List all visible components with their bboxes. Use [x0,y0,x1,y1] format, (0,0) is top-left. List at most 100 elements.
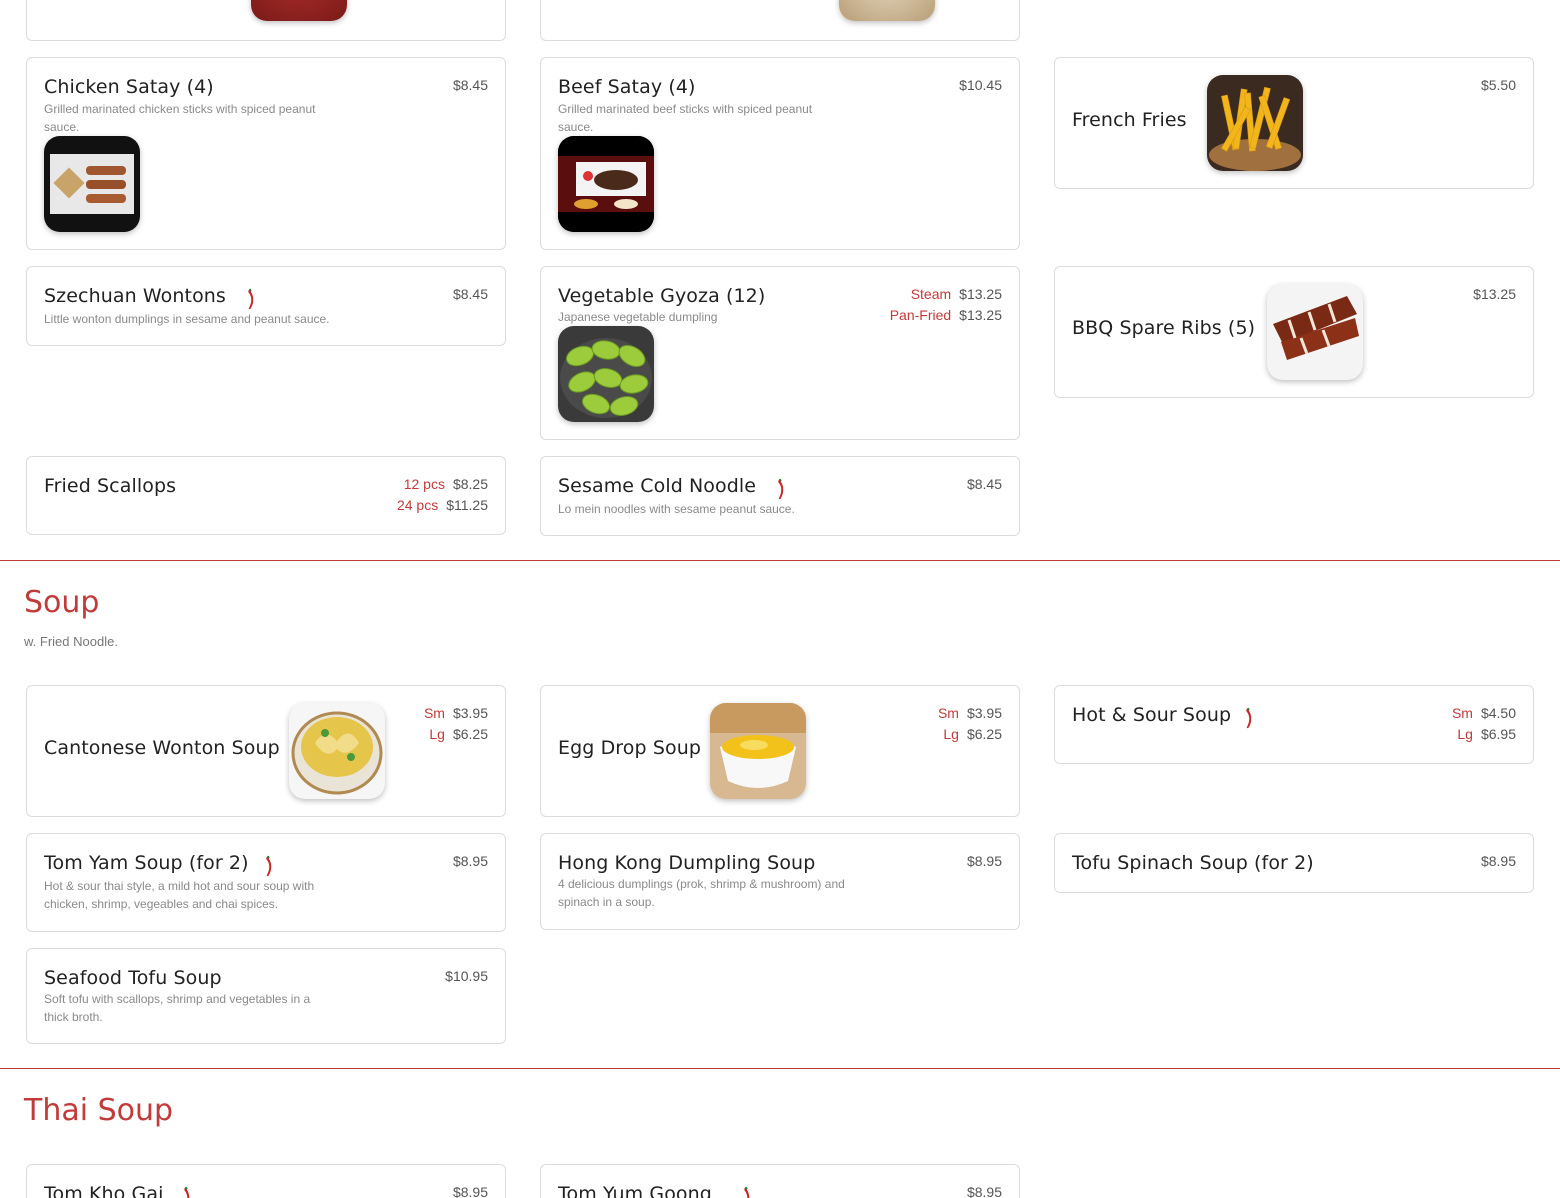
item-name: Beef Satay (4) [558,76,696,98]
option-price: $13.25 [959,286,1002,302]
item-description: Lo mein noodles with sesame peanut sauce… [558,502,795,516]
item-description: 4 delicious dumplings (prok, shrimp & mu… [558,877,845,909]
option-label: Pan-Fried [889,307,952,323]
option-label: Steam [910,286,952,302]
item-photo [289,703,385,799]
option-price: $6.95 [1480,726,1516,742]
item-name: Tom Yam Soup (for 2) [44,852,249,874]
item-name: Szechuan Wontons [44,285,226,307]
menu-item-chicken-satay[interactable]: Chicken Satay (4) Grilled marinated chic… [26,57,506,250]
item-price-option: Steam $13.25 [911,286,1002,302]
item-price-option: 24 pcs $11.25 [397,497,488,513]
item-price: $10.45 [959,77,1002,93]
item-name: Hot & Sour Soup [1072,704,1232,726]
menu-item-sesame-cold-noodle[interactable]: Sesame Cold Noodle Lo mein noodles with … [540,456,1020,536]
option-price: $11.25 [446,497,488,513]
item-price: $8.45 [966,476,1002,492]
section-divider [0,1068,1560,1069]
option-label: Sm [1451,705,1473,721]
item-price-option: Sm $3.95 [938,705,1002,721]
menu-item-card-partial[interactable] [540,0,1020,41]
item-description: Grilled marinated chicken sticks with sp… [44,102,316,134]
item-photo [839,0,935,21]
item-description: Soft tofu with scallops, shrimp and vege… [44,992,311,1024]
item-name: Seafood Tofu Soup [44,967,222,989]
item-description: Grilled marinated beef sticks with spice… [558,102,813,134]
item-price: $8.45 [452,77,488,93]
item-price: $8.95 [966,1184,1002,1198]
option-price: $6.25 [452,726,488,742]
menu-item-tofu-spinach-soup[interactable]: Tofu Spinach Soup (for 2) $8.95 [1054,833,1534,893]
menu-item-vegetable-gyoza[interactable]: Vegetable Gyoza (12) Japanese vegetable … [540,266,1020,440]
menu-item-bbq-spare-ribs[interactable]: BBQ Spare Ribs (5) $13.25 [1054,266,1534,398]
item-name: Hong Kong Dumpling Soup [558,852,816,874]
menu-item-beef-satay[interactable]: Beef Satay (4) Grilled marinated beef st… [540,57,1020,250]
item-price: $8.45 [452,286,488,302]
option-price: $8.25 [452,476,488,492]
menu-item-seafood-tofu-soup[interactable]: Seafood Tofu Soup Soft tofu with scallop… [26,948,506,1044]
option-price: $13.25 [959,307,1002,323]
menu-item-hong-kong-dumpling-soup[interactable]: Hong Kong Dumpling Soup 4 delicious dump… [540,833,1020,930]
menu-item-tom-yam-soup[interactable]: Tom Yam Soup (for 2) Hot & sour thai sty… [26,833,506,932]
menu-item-french-fries[interactable]: French Fries $5.50 [1054,57,1534,189]
option-price: $3.95 [966,705,1002,721]
item-name: Tom Yum Goong [558,1183,712,1198]
item-price-option: 12 pcs $8.25 [404,476,488,492]
menu-item-tom-yum-goong[interactable]: Tom Yum Goong $8.95 [540,1164,1020,1198]
option-label: Lg [429,726,445,742]
item-name: Sesame Cold Noodle [558,475,757,497]
menu-item-fried-scallops[interactable]: Fried Scallops 12 pcs $8.25 24 pcs $11.25 [26,456,506,535]
item-price-option: Lg $6.25 [429,726,488,742]
menu-item-egg-drop-soup[interactable]: Egg Drop Soup Sm $3.95 Lg $6.25 [540,685,1020,817]
item-name: French Fries [1072,109,1187,131]
option-label: Sm [423,705,445,721]
section-divider [0,560,1560,561]
option-label: Lg [1457,726,1473,742]
item-name: Tom Kho Gai [44,1183,164,1198]
section-subtitle: w. Fried Noodle. [24,634,118,649]
item-description: Hot & sour thai style, a mild hot and so… [44,879,315,911]
item-price-option: Sm $4.50 [1452,705,1516,721]
menu-item-card-partial[interactable] [26,0,506,41]
option-price: $6.25 [966,726,1002,742]
item-price: $13.25 [1473,286,1516,302]
menu-item-hot-sour-soup[interactable]: Hot & Sour Soup Sm $4.50 Lg $6.95 [1054,685,1534,764]
spicy-pepper-icon [1243,707,1253,729]
menu-item-tom-kho-gai[interactable]: Tom Kho Gai $8.95 [26,1164,506,1198]
item-name: BBQ Spare Ribs (5) [1072,317,1256,339]
item-name: Cantonese Wonton Soup [44,737,280,759]
item-price: $8.95 [452,853,488,869]
option-label: Sm [937,705,959,721]
item-price-option: Sm $3.95 [424,705,488,721]
item-price: $8.95 [966,853,1002,869]
item-price: $8.95 [1480,853,1516,869]
item-photo [1207,75,1303,171]
spicy-pepper-icon [245,288,255,310]
item-name: Chicken Satay (4) [44,76,214,98]
option-label: 12 pcs [403,476,445,492]
option-price: $4.50 [1480,705,1516,721]
item-name: Egg Drop Soup [558,737,702,759]
item-price-option: Lg $6.25 [943,726,1002,742]
option-label: 24 pcs [396,497,439,513]
item-description: Little wonton dumplings in sesame and pe… [44,312,330,326]
option-label: Lg [943,726,959,742]
spicy-pepper-icon [181,1186,191,1198]
item-price: $8.95 [452,1184,488,1198]
item-photo [558,326,654,422]
item-price: $5.50 [1480,77,1516,93]
spicy-pepper-icon [741,1186,751,1198]
menu-item-szechuan-wontons[interactable]: Szechuan Wontons Little wonton dumplings… [26,266,506,346]
item-name: Fried Scallops [44,475,177,497]
item-price: $10.95 [445,968,488,984]
section-title-soup: Soup [24,585,100,620]
item-price-option: Lg $6.95 [1457,726,1516,742]
spicy-pepper-icon [263,855,273,877]
section-title-thai-soup: Thai Soup [24,1093,174,1128]
item-photo [558,136,654,232]
menu-item-cantonese-wonton-soup[interactable]: Cantonese Wonton Soup Sm $3.95 Lg $6.25 [26,685,506,817]
option-price: $3.95 [452,705,488,721]
item-name: Tofu Spinach Soup (for 2) [1072,852,1314,874]
item-description: Japanese vegetable dumpling [558,310,718,324]
spicy-pepper-icon [775,478,785,500]
